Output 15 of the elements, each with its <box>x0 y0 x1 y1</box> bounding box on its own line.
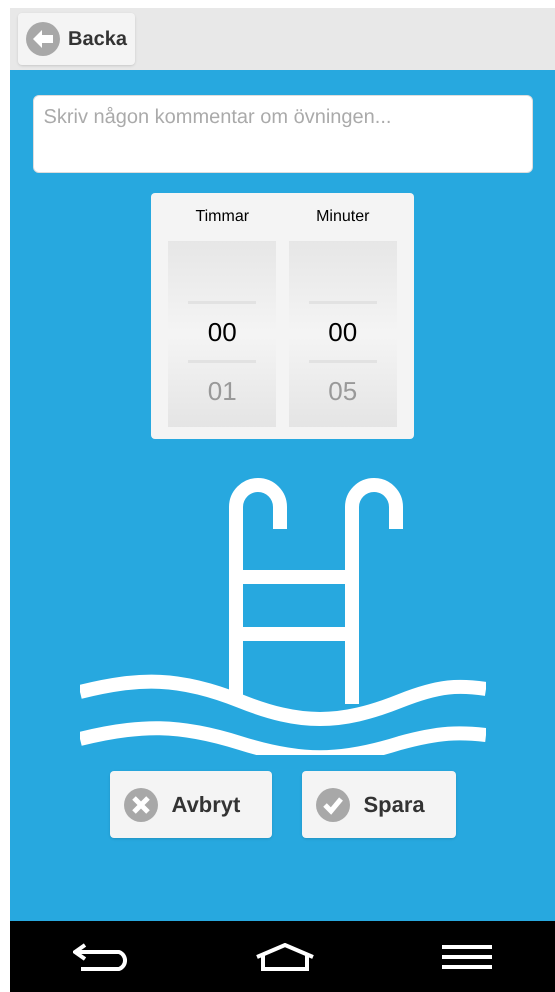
menu-icon[interactable] <box>442 944 492 970</box>
picker-label: Minuter <box>316 207 370 227</box>
picker-value[interactable]: 00 <box>328 304 358 360</box>
save-button[interactable]: Spara <box>302 771 456 838</box>
picker-wheel[interactable]: 00 05 <box>288 241 397 427</box>
comment-field[interactable]: Skriv någon kommentar om övningen... <box>32 95 532 173</box>
picker-value[interactable]: 00 <box>208 304 237 360</box>
check-icon <box>316 788 350 822</box>
picker-wheel[interactable]: 00 01 <box>168 241 276 427</box>
cancel-button[interactable]: Avbryt <box>110 771 272 838</box>
picker-label: Timmar <box>195 207 250 227</box>
close-icon <box>124 788 158 822</box>
back-icon[interactable] <box>73 942 130 970</box>
back-button[interactable]: Backa <box>18 13 135 65</box>
home-icon[interactable] <box>255 942 316 970</box>
